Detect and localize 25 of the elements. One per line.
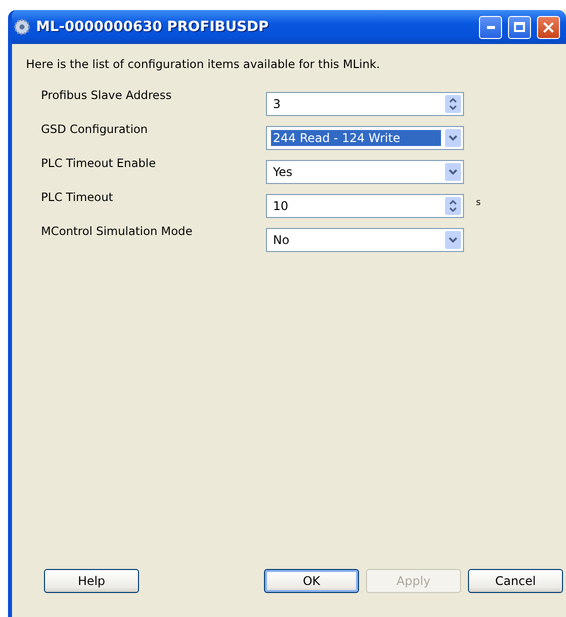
dialog-button[interactable]: Cancel: [468, 569, 563, 593]
dialog-button[interactable]: Help: [44, 569, 139, 593]
field-label: GSD Configuration: [41, 122, 149, 136]
spin-field[interactable]: 3: [266, 92, 464, 116]
gear-icon: [14, 19, 30, 35]
field-label: Profibus Slave Address: [41, 88, 173, 102]
dropdown[interactable]: No: [266, 228, 464, 252]
dialog-button[interactable]: OK: [264, 569, 359, 593]
window-title: ML-0000000630 PROFIBUSDP: [36, 19, 270, 35]
close-icon: [543, 22, 554, 32]
spin-field[interactable]: 10: [266, 194, 464, 218]
field-label: MControl Simulation Mode: [41, 224, 194, 238]
intro-text: Here is the list of configuration items available for this MLink.: [26, 57, 381, 71]
dropdown[interactable]: 244 Read - 124 Write: [266, 126, 464, 150]
field-label: PLC Timeout Enable: [41, 156, 157, 170]
minimize-button[interactable]: [479, 16, 502, 38]
unit-label: s: [476, 198, 482, 208]
dropdown[interactable]: Yes: [266, 160, 464, 184]
maximize-button[interactable]: [508, 16, 531, 38]
close-button[interactable]: [537, 16, 560, 38]
field-label: PLC Timeout: [41, 190, 114, 204]
spin-arrows-icon[interactable]: [445, 197, 461, 215]
maximize-icon: [514, 22, 525, 32]
spin-arrows-icon[interactable]: [445, 95, 461, 113]
minimize-icon: [486, 26, 494, 28]
